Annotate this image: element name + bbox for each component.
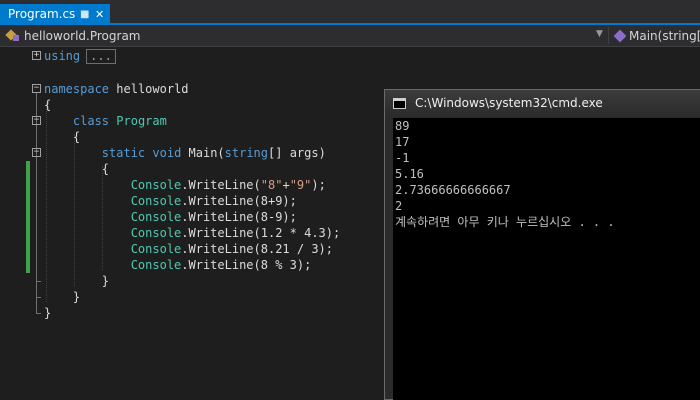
string-literal: "8"	[260, 178, 283, 192]
expand-icon[interactable]: +	[32, 51, 41, 60]
brace: {	[44, 98, 52, 112]
pin-icon[interactable]: ■	[80, 4, 89, 25]
console-line: -1	[395, 151, 410, 165]
collapse-icon[interactable]: −	[32, 148, 41, 157]
code-line-class[interactable]: class Program	[44, 113, 167, 129]
statement-call: .WriteLine(8.21 / 3);	[181, 242, 333, 256]
navigation-bar: helloworld.Program ▼ Main(string[]	[0, 25, 700, 47]
operator: +	[282, 178, 290, 192]
tab-label: Program.cs	[8, 7, 76, 21]
editor-margin	[0, 47, 24, 400]
console-output[interactable]: 89 17 -1 5.16 2.73666666666667 2 계속하려면 아…	[393, 118, 700, 400]
member-dropdown[interactable]: Main(string[]	[613, 28, 700, 44]
code-line-using[interactable]: using...	[44, 48, 116, 64]
code-line-brace[interactable]: {	[44, 97, 51, 113]
void-keyword: void	[152, 146, 182, 160]
code-line-statement[interactable]: Console.WriteLine(1.2 * 4.3);	[44, 225, 341, 241]
code-line-statement[interactable]: Console.WriteLine(8.21 / 3);	[44, 241, 333, 257]
code-line-namespace[interactable]: namespace helloworld	[44, 81, 189, 97]
method-icon	[613, 29, 627, 43]
tab-program-cs[interactable]: Program.cs ■ ✕	[0, 4, 110, 25]
console-title-bar[interactable]: C:\Windows\system32\cmd.exe	[385, 90, 700, 118]
brace: }	[72, 290, 81, 304]
brace: }	[44, 306, 52, 320]
code-line-brace[interactable]: }	[44, 305, 51, 321]
brace: {	[72, 130, 81, 144]
outline-guide-end	[36, 313, 41, 314]
collapse-icon[interactable]: −	[32, 116, 41, 125]
class-keyword: class	[72, 114, 110, 128]
outline-guide	[36, 93, 37, 313]
namespace-keyword: namespace	[44, 82, 110, 96]
code-line-brace[interactable]: {	[44, 161, 109, 177]
statement-call: .WriteLine(	[181, 178, 261, 192]
code-line-brace[interactable]: }	[44, 289, 80, 305]
statement-end: );	[311, 178, 326, 192]
string-literal: "9"	[289, 178, 312, 192]
console-class: Console	[130, 242, 182, 256]
namespace-name: helloworld	[116, 82, 189, 96]
statement-call: .WriteLine(1.2 * 4.3);	[181, 226, 341, 240]
collapsed-region[interactable]: ...	[86, 49, 116, 64]
collapse-icon[interactable]: −	[32, 84, 41, 93]
console-class: Console	[130, 194, 182, 208]
chevron-down-icon[interactable]: ▼	[596, 29, 603, 39]
console-window[interactable]: C:\Windows\system32\cmd.exe 89 17 -1 5.1…	[384, 89, 700, 400]
console-class: Console	[130, 210, 182, 224]
static-keyword: static	[101, 146, 146, 160]
console-class: Console	[130, 178, 182, 192]
document-tab-strip: Program.cs ■ ✕	[0, 0, 700, 25]
code-line-statement[interactable]: Console.WriteLine("8"+"9");	[44, 177, 326, 193]
brace: {	[101, 162, 110, 176]
console-prompt-line: 계속하려면 아무 키나 누르십시오 . . .	[395, 215, 615, 229]
console-title: C:\Windows\system32\cmd.exe	[415, 96, 603, 110]
code-line-statement[interactable]: Console.WriteLine(8+9);	[44, 193, 297, 209]
outline-guide-end	[36, 297, 41, 298]
cmd-icon	[393, 98, 406, 109]
class-icon	[6, 28, 20, 42]
code-line-main-signature[interactable]: static void Main(string[] args)	[44, 145, 326, 161]
type-dropdown[interactable]: helloworld.Program	[6, 28, 140, 44]
change-indicator-bar	[26, 161, 30, 273]
console-line: 2	[395, 199, 403, 213]
console-line: 89	[395, 119, 410, 133]
navbar-divider	[608, 27, 609, 44]
console-class: Console	[130, 226, 182, 240]
code-line-statement[interactable]: Console.WriteLine(8-9);	[44, 209, 297, 225]
console-line: 2.73666666666667	[395, 183, 511, 197]
statement-call: .WriteLine(8-9);	[181, 210, 297, 224]
code-line-statement[interactable]: Console.WriteLine(8 % 3);	[44, 257, 312, 273]
using-keyword: using	[44, 49, 81, 63]
method-name: Main(	[181, 146, 225, 160]
code-line-brace[interactable]: {	[44, 129, 80, 145]
code-line-brace[interactable]: }	[44, 273, 109, 289]
class-name: Program	[116, 114, 167, 128]
brace: }	[101, 274, 110, 288]
statement-call: .WriteLine(8+9);	[181, 194, 297, 208]
console-line: 5.16	[395, 167, 424, 181]
close-icon[interactable]: ✕	[95, 4, 104, 25]
statement-call: .WriteLine(8 % 3);	[181, 258, 312, 272]
string-keyword: string	[224, 146, 269, 160]
parameter-list: [] args)	[268, 146, 326, 160]
type-dropdown-label: helloworld.Program	[24, 29, 141, 43]
console-line: 17	[395, 135, 410, 149]
member-dropdown-label: Main(string[]	[629, 29, 700, 43]
console-class: Console	[130, 258, 182, 272]
outline-guide-end	[36, 281, 41, 282]
